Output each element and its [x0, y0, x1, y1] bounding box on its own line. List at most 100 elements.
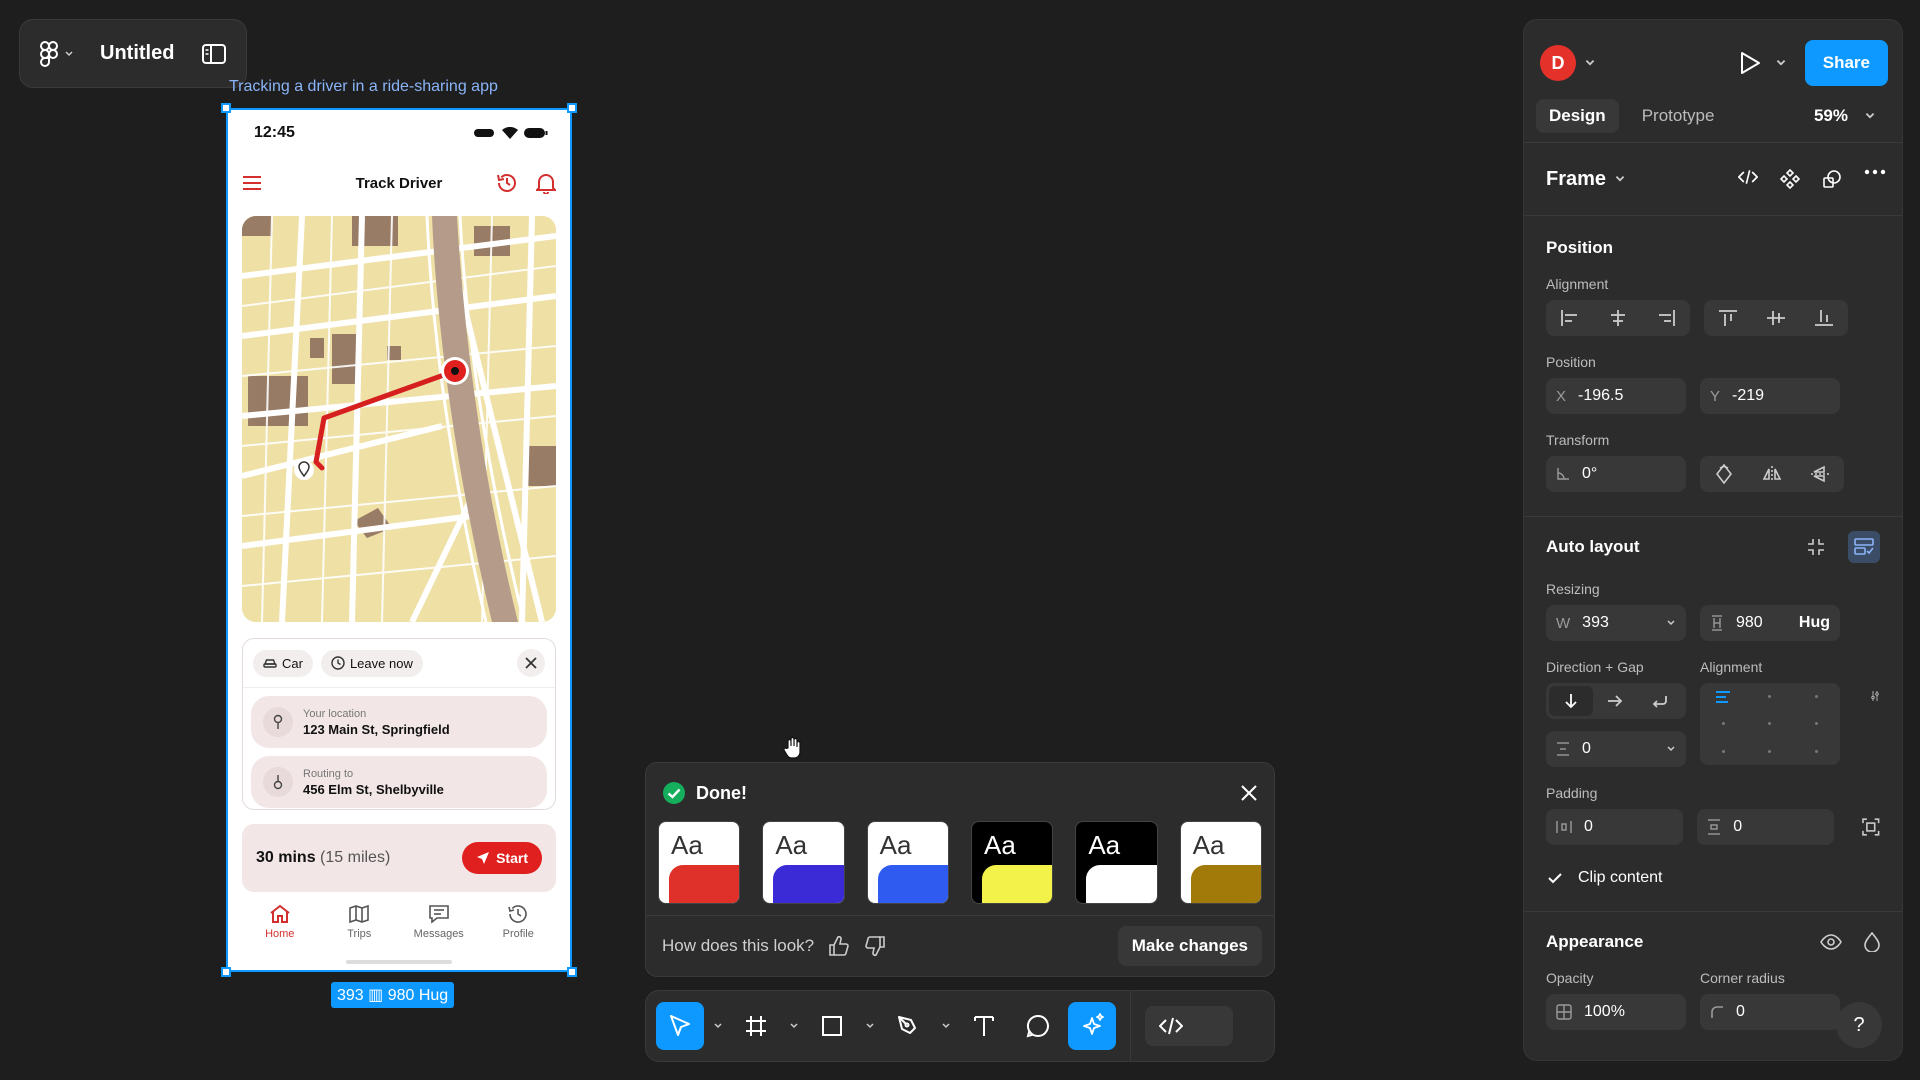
gap-input[interactable]: 0 [1546, 731, 1686, 767]
corner-radius-input[interactable]: 0 [1700, 994, 1840, 1030]
code-icon[interactable] [1738, 169, 1758, 185]
resize-handle-bottom-left[interactable] [221, 967, 231, 977]
hand-cursor-icon [783, 736, 801, 759]
resize-handle-bottom-right[interactable] [567, 967, 577, 977]
avatar[interactable]: D [1540, 45, 1576, 81]
eye-icon[interactable] [1820, 934, 1842, 950]
tab-trips[interactable]: Trips [324, 904, 394, 940]
resize-handle-top-left[interactable] [221, 103, 231, 113]
chevron-down-icon[interactable] [1666, 744, 1676, 754]
ai-tool-button[interactable] [1068, 1002, 1116, 1050]
pen-tool-menu[interactable] [938, 1021, 954, 1031]
move-tool-menu[interactable] [710, 1021, 726, 1031]
theme-swatch[interactable]: Aa [866, 821, 949, 904]
height-mode[interactable]: Hug [1799, 614, 1830, 632]
theme-swatch[interactable]: Aa [762, 821, 845, 904]
close-icon[interactable] [1240, 784, 1258, 802]
close-trip-button[interactable] [517, 649, 545, 677]
auto-layout-settings-button[interactable] [1848, 531, 1880, 563]
history-icon[interactable] [496, 172, 518, 194]
check-circle-icon [663, 782, 685, 804]
rotate-90-button[interactable] [1700, 464, 1748, 484]
map-view[interactable] [242, 216, 556, 622]
opacity-input[interactable]: 100% [1546, 994, 1686, 1030]
thumbs-down-icon[interactable] [864, 935, 886, 957]
share-button[interactable]: Share [1804, 40, 1888, 86]
frame-tool-button[interactable] [732, 1002, 780, 1050]
close-icon [525, 657, 537, 669]
transport-mode-chip[interactable]: Car [253, 649, 313, 677]
comment-tool-button[interactable] [1014, 1002, 1062, 1050]
direction-horizontal-button[interactable] [1593, 694, 1637, 708]
phone-frame[interactable]: 12:45 Track Driver Car Leave now Your lo… [226, 108, 572, 972]
rectangle-tool-button[interactable] [808, 1002, 856, 1050]
align-left-button[interactable] [1546, 309, 1594, 327]
direction-gap-label: Direction + Gap [1546, 659, 1644, 675]
tab-messages[interactable]: Messages [404, 904, 474, 940]
individual-padding-icon[interactable] [1862, 818, 1880, 836]
main-menu-button[interactable] [40, 40, 74, 67]
align-middle-button[interactable] [1752, 309, 1800, 327]
flip-horizontal-button[interactable] [1748, 465, 1796, 483]
chevron-down-icon[interactable] [1666, 618, 1676, 628]
x-position-input[interactable]: X -196.5 [1546, 378, 1686, 414]
direction-vertical-button[interactable] [1549, 686, 1593, 716]
theme-swatch[interactable]: Aa [658, 821, 741, 904]
start-button[interactable]: Start [462, 842, 542, 874]
zoom-control[interactable]: 59% [1814, 106, 1890, 126]
play-icon[interactable] [1739, 51, 1761, 75]
blend-mode-icon[interactable] [1864, 932, 1880, 952]
tab-trips-label: Trips [347, 928, 372, 940]
text-tool-button[interactable] [960, 1002, 1008, 1050]
pen-tool-button[interactable] [884, 1002, 932, 1050]
make-changes-button[interactable]: Make changes [1117, 926, 1262, 966]
alignment-grid[interactable] [1700, 683, 1840, 765]
tab-profile[interactable]: Profile [483, 904, 553, 940]
frame-name-label[interactable]: Tracking a driver in a ride-sharing app [229, 78, 498, 96]
padding-horizontal-input[interactable]: 0 [1546, 809, 1684, 845]
rotation-input[interactable]: 0° [1546, 456, 1686, 492]
more-options-icon[interactable] [1864, 169, 1886, 175]
hamburger-menu-icon[interactable] [242, 175, 262, 191]
height-input[interactable]: 980 Hug [1700, 605, 1840, 641]
help-button[interactable]: ? [1836, 1002, 1882, 1048]
width-input[interactable]: W 393 [1546, 605, 1686, 641]
theme-swatch[interactable]: Aa [970, 821, 1054, 904]
destination-field[interactable]: Routing to 456 Elm St, Shelbyville [251, 756, 547, 808]
component-icon[interactable] [1780, 169, 1800, 189]
gap-value: 0 [1582, 740, 1591, 757]
tab-prototype[interactable]: Prototype [1629, 99, 1728, 133]
corner-radius-label: Corner radius [1700, 970, 1785, 986]
theme-swatch[interactable]: Aa [1075, 821, 1158, 904]
layer-type-selector[interactable]: Frame [1546, 168, 1626, 191]
align-center-button[interactable] [1594, 309, 1642, 327]
flip-vertical-button[interactable] [1796, 465, 1844, 483]
direction-wrap-button[interactable] [1637, 694, 1681, 708]
shape-tool-menu[interactable] [862, 1021, 878, 1031]
clip-content-toggle[interactable]: Clip content [1546, 869, 1880, 887]
theme-swatch[interactable]: Aa [1179, 821, 1262, 904]
padding-vertical-input[interactable]: 0 [1697, 809, 1835, 845]
dev-mode-toggle[interactable] [1145, 1006, 1233, 1046]
thumbs-up-icon[interactable] [828, 935, 850, 957]
chevron-down-icon[interactable] [1775, 57, 1787, 69]
align-bottom-button[interactable] [1800, 309, 1848, 327]
layout-advanced-settings-icon[interactable] [1870, 685, 1880, 707]
file-title[interactable]: Untitled [100, 42, 192, 65]
frame-tool-menu[interactable] [786, 1021, 802, 1031]
resize-handle-top-right[interactable] [567, 103, 577, 113]
align-top-button[interactable] [1704, 309, 1752, 327]
align-right-button[interactable] [1642, 309, 1690, 327]
y-position-input[interactable]: Y -219 [1700, 378, 1840, 414]
departure-time-chip[interactable]: Leave now [320, 649, 423, 677]
origin-field[interactable]: Your location 123 Main St, Springfield [251, 696, 547, 748]
tab-home[interactable]: Home [245, 904, 315, 940]
collapse-icon[interactable] [1806, 537, 1826, 557]
chevron-down-icon[interactable] [1584, 57, 1596, 69]
sidebar-toggle-icon[interactable] [202, 43, 226, 64]
comment-icon [1026, 1014, 1049, 1038]
tab-design[interactable]: Design [1536, 99, 1619, 133]
move-tool-button[interactable] [656, 1002, 704, 1050]
bell-icon[interactable] [536, 172, 556, 194]
mask-icon[interactable] [1822, 169, 1842, 189]
